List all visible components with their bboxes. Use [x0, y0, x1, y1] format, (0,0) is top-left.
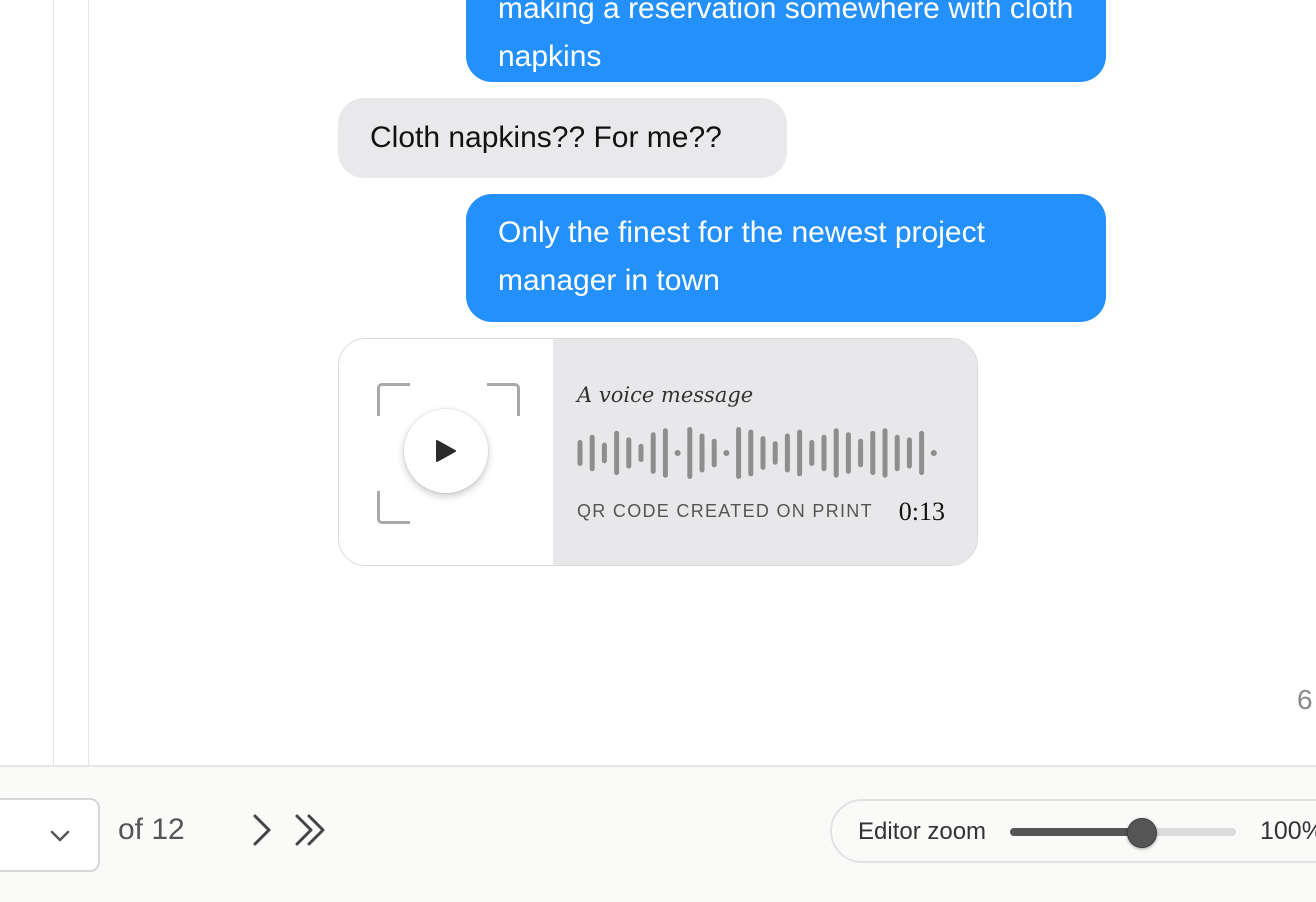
zoom-slider-thumb[interactable]: [1127, 818, 1158, 848]
waveform-bar: [858, 438, 864, 468]
voice-duration: 0:13: [898, 497, 945, 526]
qr-corner-top-right: [487, 383, 520, 416]
double-chevron-right-icon: [295, 814, 325, 846]
page-select[interactable]: [0, 798, 100, 872]
waveform-bar: [662, 428, 668, 478]
play-icon: [436, 440, 456, 462]
waveform-bar: [894, 434, 900, 472]
editor-zoom-control: Editor zoom 100%: [830, 799, 1316, 863]
waveform-bar: [577, 440, 583, 466]
waveform-bar: [772, 441, 778, 465]
qr-corner-top-left: [377, 383, 410, 416]
audio-waveform: [577, 427, 937, 479]
chevron-down-icon: [50, 830, 70, 842]
waveform-bar: [723, 450, 730, 456]
waveform-bar: [930, 450, 937, 456]
chevron-right-icon: [253, 814, 271, 846]
outgoing-message-bubble: making a reservation somewhere with clot…: [466, 0, 1106, 82]
voice-message-card: A voice message QR CODE CREATED ON PRINT…: [338, 338, 978, 566]
waveform-bar: [650, 432, 656, 474]
waveform-bar: [748, 429, 754, 477]
page-number: 6: [1297, 684, 1313, 715]
zoom-slider[interactable]: [1010, 818, 1236, 848]
voice-message-info: A voice message QR CODE CREATED ON PRINT…: [553, 339, 977, 565]
waveform-bar: [919, 430, 925, 476]
waveform-bar: [589, 434, 595, 472]
qr-corner-bottom-left: [377, 491, 410, 524]
waveform-bar: [784, 433, 790, 473]
waveform-bar: [906, 437, 912, 469]
waveform-bar: [833, 428, 839, 478]
page-edge-line: [88, 0, 89, 765]
last-page-button[interactable]: [292, 811, 330, 854]
waveform-bar: [711, 438, 717, 468]
message-text: making a reservation somewhere with clot…: [498, 0, 1074, 73]
outgoing-message-bubble: Only the finest for the newest project m…: [466, 194, 1106, 322]
zoom-label: Editor zoom: [858, 818, 987, 845]
waveform-bar: [699, 433, 705, 473]
left-margin-line: [53, 0, 54, 765]
waveform-bar: [736, 427, 742, 479]
waveform-bar: [760, 436, 766, 470]
page-total: of 12: [118, 813, 185, 846]
waveform-bar: [674, 450, 681, 456]
bottom-toolbar: of 12 Editor zoom 100%: [0, 765, 1316, 902]
zoom-value: 100%: [1260, 817, 1316, 845]
waveform-bar: [882, 428, 888, 478]
waveform-bar: [821, 434, 827, 472]
waveform-bar: [614, 430, 620, 476]
incoming-message-bubble: Cloth napkins?? For me??: [338, 98, 787, 178]
zoom-slider-fill: [1010, 828, 1142, 836]
play-button[interactable]: [404, 409, 488, 493]
message-text: Cloth napkins?? For me??: [370, 121, 722, 154]
waveform-bar: [626, 437, 632, 469]
waveform-bar: [797, 429, 803, 477]
next-page-button[interactable]: [250, 811, 274, 854]
waveform-bar: [601, 442, 607, 464]
waveform-bar: [809, 440, 815, 466]
qr-note: QR CODE CREATED ON PRINT: [577, 501, 873, 521]
message-text: Only the finest for the newest project m…: [498, 216, 985, 297]
voice-message-title: A voice message: [577, 383, 754, 407]
qr-placeholder: [339, 339, 553, 565]
waveform-bar: [687, 427, 693, 479]
waveform-bar: [638, 443, 644, 463]
waveform-bar: [845, 432, 851, 474]
waveform-bar: [870, 430, 876, 476]
